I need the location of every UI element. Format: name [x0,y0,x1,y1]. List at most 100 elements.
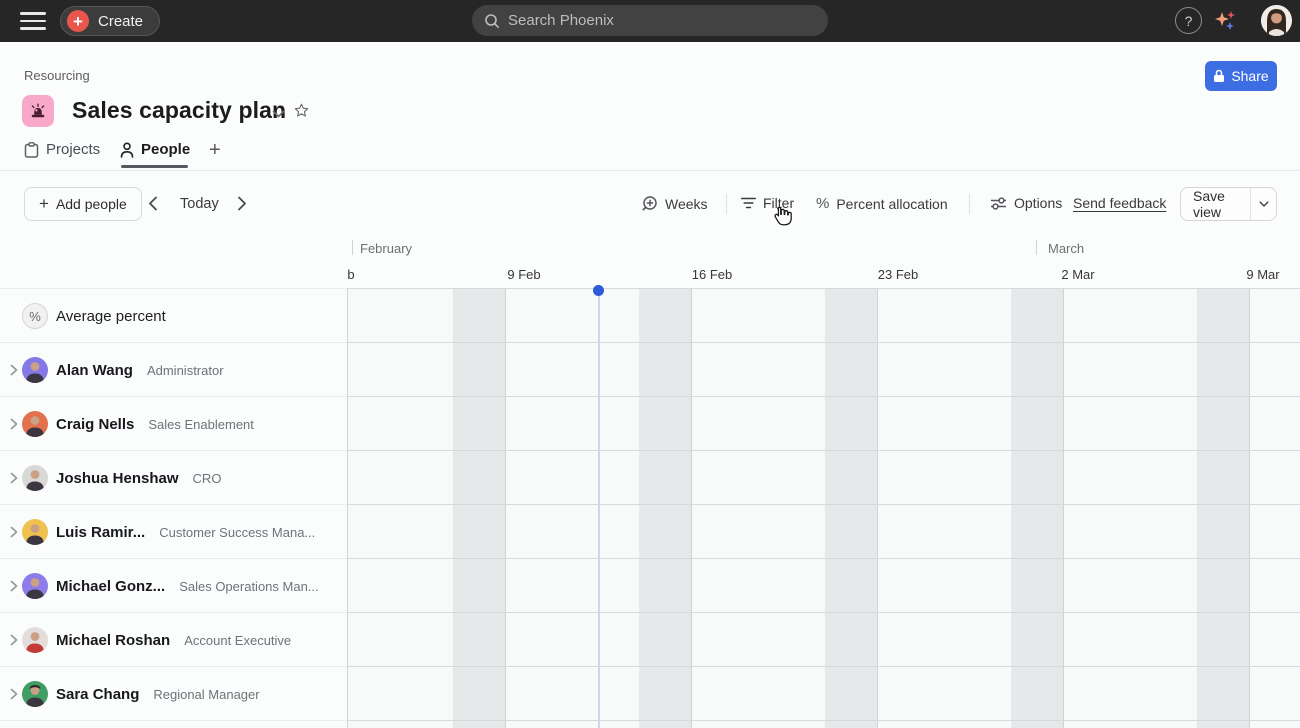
save-view-label[interactable]: Save view [1181,188,1250,220]
person-name: Sara ChangRegional Manager [56,686,260,703]
people-panel: % Average percent Alan WangAdministrator… [0,232,347,728]
tab-people[interactable]: People [120,141,190,158]
row-gridline [347,396,1300,397]
plus-circle-icon: + [67,10,89,32]
week-date-label: 9 Mar [1246,267,1279,282]
person-role: Account Executive [184,633,291,648]
tab-projects-label: Projects [46,141,100,158]
week-gridline [505,288,506,728]
add-tab-button[interactable]: + [209,139,221,162]
today-marker-line [598,290,600,728]
row-gridline [347,450,1300,451]
person-row[interactable]: Craig NellsSales Enablement [0,397,347,451]
avatar [22,627,48,653]
expand-chevron-icon[interactable] [10,580,18,592]
header-divider [0,170,1300,171]
add-people-label: Add people [56,196,127,212]
person-row[interactable]: Alan WangAdministrator [0,343,347,397]
weekend-band [1011,288,1063,728]
person-name: Joshua HenshawCRO [56,470,221,487]
today-button[interactable]: Today [180,196,219,212]
toolbar-divider [726,194,727,214]
week-date-label: 16 Feb [692,267,732,282]
tab-people-label: People [141,141,190,158]
filter-label: Filter [763,195,794,211]
week-gridline [1249,288,1250,728]
row-gridline [347,666,1300,667]
expand-chevron-icon[interactable] [10,418,18,430]
person-role: Sales Enablement [148,417,254,432]
percent-icon: % [816,195,829,212]
expand-chevron-icon[interactable] [10,634,18,646]
ai-sparkle-icon[interactable] [1213,8,1239,34]
add-people-button[interactable]: + Add people [24,187,142,221]
options-button[interactable]: Options [990,195,1062,211]
month-label: February [360,241,412,256]
person-name: Alan WangAdministrator [56,362,224,379]
avatar [22,357,48,383]
previous-week-button[interactable] [148,196,158,216]
person-role: Customer Success Mana... [159,525,315,540]
weekend-band [1197,288,1249,728]
share-button-label: Share [1231,68,1268,84]
average-percent-row[interactable]: % Average percent [0,289,347,343]
avatar [22,681,48,707]
month-label: March [1048,241,1084,256]
weekend-band [639,288,691,728]
page-title: Sales capacity plan [72,97,286,124]
save-view-chevron-down-icon[interactable] [1250,188,1276,220]
month-tick [1036,240,1037,255]
send-feedback-label: Send feedback [1073,195,1166,211]
weekend-band [453,288,505,728]
expand-chevron-icon[interactable] [10,526,18,538]
week-gridline [691,288,692,728]
app-window: + Create ? [0,0,1300,728]
timeline-header: February March 2 Feb 9 Feb 16 Feb 23 Feb… [347,232,1300,288]
search-input[interactable] [508,12,816,29]
expand-chevron-icon[interactable] [10,364,18,376]
send-feedback-link[interactable]: Send feedback [1073,195,1166,211]
percent-circle-icon: % [22,303,48,329]
expand-chevron-icon[interactable] [10,688,18,700]
next-week-button[interactable] [237,196,247,216]
percent-allocation-button[interactable]: % Percent allocation [816,195,948,212]
week-date-label: 2 Feb [347,267,355,282]
row-gridline [347,558,1300,559]
person-row[interactable]: Luis Ramir...Customer Success Mana... [0,505,347,559]
avatar [22,519,48,545]
user-avatar[interactable] [1261,5,1292,36]
star-icon[interactable] [293,102,310,124]
month-tick [352,240,353,255]
zoom-in-icon [641,195,658,212]
week-gridline [1063,288,1064,728]
global-search[interactable] [472,5,828,36]
lock-icon [1213,69,1225,83]
filter-button[interactable]: Filter [741,195,794,211]
person-row[interactable]: Michael RoshanAccount Executive [0,613,347,667]
toolbar-divider [969,194,970,214]
person-role: Sales Operations Man... [179,579,318,594]
share-button[interactable]: Share [1205,61,1277,91]
person-role: CRO [193,471,222,486]
person-row[interactable]: Joshua HenshawCRO [0,451,347,505]
week-gridline [877,288,878,728]
tab-projects[interactable]: Projects [24,141,100,158]
create-button[interactable]: + Create [60,6,160,36]
active-tab-underline [121,165,188,168]
hamburger-menu-icon[interactable] [20,12,46,30]
title-chevron-down-icon[interactable] [272,106,285,124]
week-date-label: 23 Feb [878,267,918,282]
weekend-band [825,288,877,728]
avatar [22,465,48,491]
help-button[interactable]: ? [1175,7,1202,34]
zoom-weeks-button[interactable]: Weeks [641,195,708,212]
person-row[interactable]: Michael Gonz...Sales Operations Man... [0,559,347,613]
expand-chevron-icon[interactable] [10,472,18,484]
save-view-button[interactable]: Save view [1180,187,1277,221]
schedule-grid[interactable] [347,288,1300,728]
create-button-label: Create [98,13,143,30]
today-marker-dot [593,285,604,296]
person-row[interactable]: Sara ChangRegional Manager [0,667,347,721]
breadcrumb[interactable]: Resourcing [24,68,90,83]
clipboard-icon [24,142,39,158]
